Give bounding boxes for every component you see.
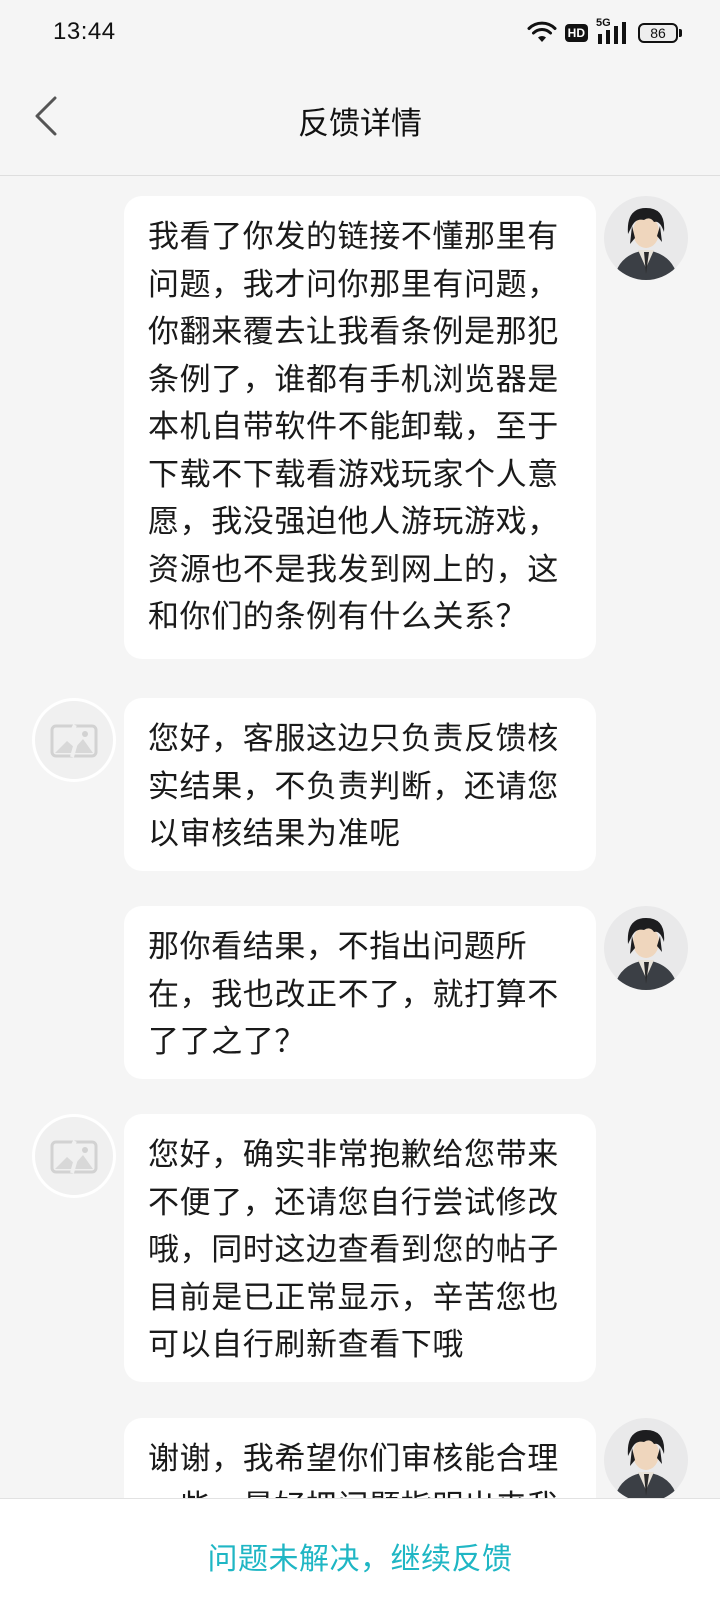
page-title: 反馈详情 xyxy=(298,106,422,142)
service-avatar[interactable] xyxy=(32,698,116,782)
chat-bubble-user: 谢谢，我希望你们审核能合理一些，最好把问题指明出来我 xyxy=(124,1418,596,1498)
user-avatar[interactable] xyxy=(604,196,688,280)
status-time: 13:44 xyxy=(53,18,116,45)
header: 反馈详情 xyxy=(0,64,720,176)
footer-bar: 问题未解决，继续反馈 xyxy=(0,1498,720,1612)
image-placeholder-icon xyxy=(50,1140,98,1174)
image-placeholder-icon xyxy=(50,724,98,758)
chat-bubble-service: 您好，客服这边只负责反馈核实结果，不负责判断，还请您以审核结果为准呢 xyxy=(124,698,596,871)
status-icons: HD 5G 86 xyxy=(527,17,682,48)
status-bar: 13:44 HD 5G 86 xyxy=(0,0,720,64)
signal-icon: 5G xyxy=(596,17,630,46)
battery-icon: 86 xyxy=(638,23,682,43)
wifi-icon xyxy=(527,21,557,45)
service-avatar[interactable] xyxy=(32,1114,116,1198)
continue-feedback-button[interactable]: 问题未解决，继续反馈 xyxy=(208,1534,513,1578)
network-type-label: 5G xyxy=(596,17,611,29)
chat-thread[interactable]: 我看了你发的链接不懂那里有问题，我才问你那里有问题，你翻来覆去让我看条例是那犯条… xyxy=(0,176,720,1498)
battery-level: 86 xyxy=(650,25,666,41)
user-avatar[interactable] xyxy=(604,906,688,990)
chat-bubble-user: 那你看结果，不指出问题所在，我也改正不了，就打算不了了之了？ xyxy=(124,906,596,1079)
chat-bubble-user: 我看了你发的链接不懂那里有问题，我才问你那里有问题，你翻来覆去让我看条例是那犯条… xyxy=(124,196,596,659)
hd-badge: HD xyxy=(564,24,588,42)
user-avatar[interactable] xyxy=(604,1418,688,1498)
chat-bubble-service: 您好，确实非常抱歉给您带来不便了，还请您自行尝试修改哦，同时这边查看到您的帖子目… xyxy=(124,1114,596,1382)
